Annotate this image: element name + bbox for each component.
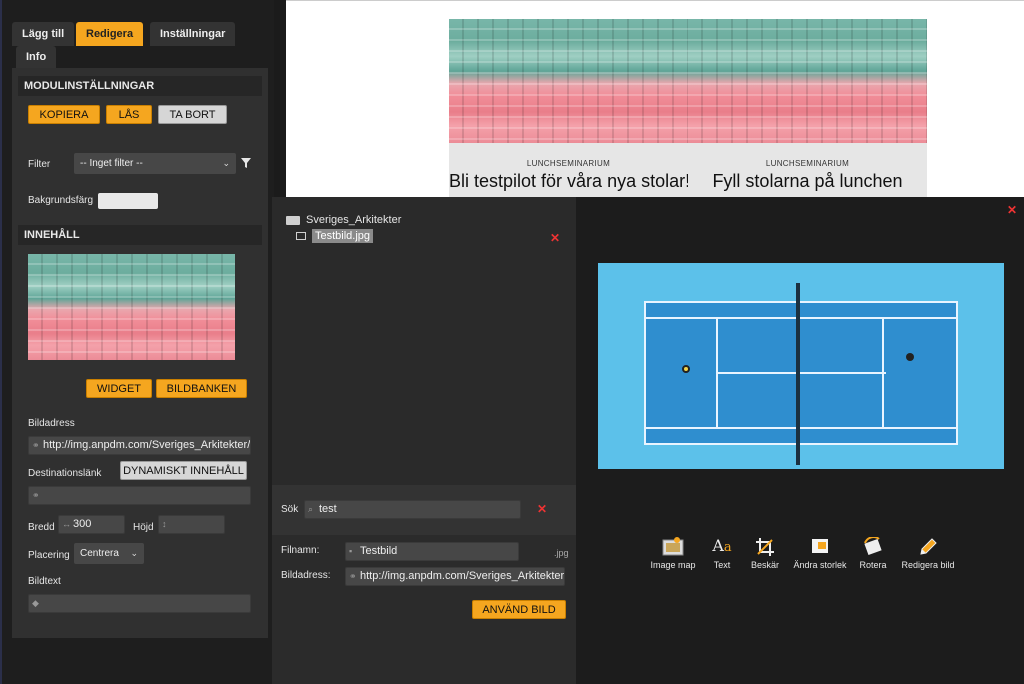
width-label: Bredd	[28, 522, 55, 533]
filename-input[interactable]: ▪ Testbild	[345, 542, 519, 561]
placement-label: Placering	[28, 550, 70, 561]
tab-bar: Lägg till Redigera Inställningar Info	[10, 22, 270, 68]
widget-button[interactable]: WIDGET	[86, 379, 152, 398]
newsletter-preview: LUNCHSEMINARIUM Bli testpilot för våra n…	[286, 0, 1024, 201]
vertical-arrows-icon: ↕	[162, 519, 167, 529]
preview-card-image	[688, 19, 927, 143]
image-bank-modal: ✕ Sveriges_Arkitekter Testbild.jpg ✕ Sök…	[272, 197, 1024, 684]
chain-icon: ⚭	[32, 490, 40, 500]
preview-card[interactable]: LUNCHSEMINARIUM Bli testpilot för våra n…	[449, 19, 688, 201]
use-image-button[interactable]: ANVÄND BILD	[472, 600, 566, 619]
section-content: INNEHÅLL	[18, 225, 262, 245]
filename-extension: .jpg	[554, 548, 569, 558]
search-icon: ⌕	[308, 504, 314, 514]
clear-search-icon[interactable]: ✕	[537, 502, 547, 516]
crop-icon	[756, 538, 774, 556]
dynamic-content-button[interactable]: DYNAMISKT INNEHÅLL	[120, 461, 247, 480]
destination-link-label: Destinationslänk	[28, 468, 102, 479]
placement-select[interactable]: Centrera ⌄	[74, 543, 144, 564]
text-tool[interactable]: Aa Text	[708, 537, 736, 577]
image-map-icon	[662, 537, 684, 556]
delete-button[interactable]: TA BORT	[158, 105, 227, 124]
background-color-label: Bakgrundsfärg	[28, 195, 94, 206]
resize-tool[interactable]: Ändra storlek	[790, 537, 850, 577]
image-icon: ▪	[349, 546, 353, 556]
alt-text-label: Bildtext	[28, 576, 61, 587]
image-map-tool[interactable]: Image map	[649, 537, 697, 577]
height-label: Höjd	[133, 522, 154, 533]
content-image-thumbnail[interactable]	[28, 254, 235, 360]
image-file-icon	[296, 232, 306, 241]
edit-pencil-icon	[920, 538, 937, 555]
filter-select[interactable]: -- Inget filter -- ⌄	[74, 153, 236, 174]
image-address-label: Bildadress	[28, 418, 75, 429]
file-address-input[interactable]: ⚭ http://img.anpdm.com/Sveriges_Arkitekt…	[345, 567, 565, 586]
delete-file-icon[interactable]: ✕	[550, 231, 560, 245]
link-icon: ⚭	[32, 440, 40, 450]
image-address-input[interactable]: ⚭ http://img.anpdm.com/Sveriges_Arkitekt…	[28, 436, 251, 455]
funnel-icon[interactable]	[241, 158, 251, 168]
alt-text-input[interactable]: ◆	[28, 594, 251, 613]
chevron-down-icon: ⌄	[130, 548, 138, 558]
file-browser: Sveriges_Arkitekter Testbild.jpg ✕ Sök ⌕…	[272, 197, 576, 684]
settings-sidebar: Lägg till Redigera Inställningar Info MO…	[0, 0, 274, 684]
section-module-settings: MODULINSTÄLLNINGAR	[18, 76, 262, 96]
text-icon: Aa	[712, 536, 732, 556]
tab-info[interactable]: Info	[16, 46, 57, 68]
image-bank-button[interactable]: BILDBANKEN	[156, 379, 247, 398]
filter-value: -- Inget filter --	[80, 158, 143, 169]
preview-card-kicker: LUNCHSEMINARIUM	[526, 159, 611, 168]
search-bar: Sök ⌕ test ✕	[272, 485, 576, 535]
tennis-court	[644, 283, 958, 465]
tree-file[interactable]: Testbild.jpg	[296, 229, 374, 243]
horizontal-arrows-icon: ↔	[62, 519, 71, 529]
chevron-down-icon: ⌄	[222, 158, 230, 168]
rotate-tool[interactable]: Rotera	[856, 537, 890, 577]
tree-folder[interactable]: Sveriges_Arkitekter	[286, 214, 401, 226]
background-color-swatch[interactable]	[98, 193, 158, 209]
copy-button[interactable]: KOPIERA	[28, 105, 100, 124]
width-input[interactable]: ↔ 300	[58, 515, 125, 534]
filter-label: Filter	[28, 159, 51, 170]
preview-card-image	[449, 19, 688, 143]
lock-button[interactable]: LÅS	[106, 105, 152, 124]
search-input[interactable]: ⌕ test	[304, 500, 521, 519]
rotate-icon	[864, 537, 882, 556]
tab-add[interactable]: Lägg till	[12, 22, 75, 46]
file-address-label: Bildadress:	[281, 570, 331, 581]
selected-image-preview[interactable]	[598, 263, 1004, 469]
resize-icon	[812, 539, 828, 553]
link-icon: ⚭	[349, 571, 357, 581]
file-details: Filnamn: ▪ Testbild .jpg Bildadress: ⚭ h…	[272, 535, 576, 684]
preview-card-title: Fyll stolarna på lunchen	[712, 171, 903, 191]
crop-tool[interactable]: Beskär	[748, 537, 782, 577]
preview-card-kicker: LUNCHSEMINARIUM	[765, 159, 850, 168]
tab-settings[interactable]: Inställningar	[150, 22, 236, 46]
destination-link-input[interactable]: ⚭	[28, 486, 251, 505]
filename-label: Filnamn:	[281, 545, 320, 556]
tab-edit[interactable]: Redigera	[76, 22, 144, 46]
search-label: Sök	[281, 504, 299, 515]
folder-icon	[286, 215, 300, 225]
preview-card-title: Bli testpilot för våra nya stolar!	[449, 171, 688, 191]
settings-panel: MODULINSTÄLLNINGAR KOPIERA LÅS TA BORT F…	[12, 68, 268, 638]
height-input[interactable]: ↕	[158, 515, 225, 534]
close-modal-icon[interactable]: ✕	[1007, 203, 1017, 217]
edit-image-tool[interactable]: Redigera bild	[900, 537, 956, 577]
folder-tree: Sveriges_Arkitekter Testbild.jpg ✕	[272, 197, 576, 485]
tag-icon: ◆	[32, 598, 39, 608]
preview-card[interactable]: LUNCHSEMINARIUM Fyll stolarna på lunchen	[688, 19, 927, 201]
